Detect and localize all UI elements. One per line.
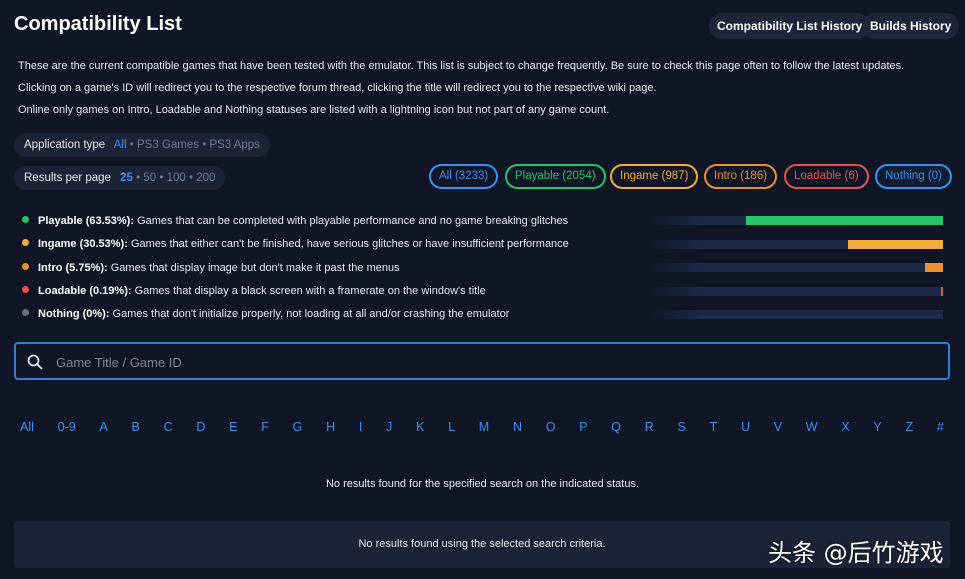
alphabet-link[interactable]: S xyxy=(678,420,686,434)
results-option-25[interactable]: 25 xyxy=(120,172,133,184)
alphabet-link[interactable]: P xyxy=(579,420,587,434)
app-type-option-all[interactable]: All xyxy=(114,139,127,151)
progress-bar-nothing xyxy=(650,310,943,319)
status-dot xyxy=(22,263,29,270)
alphabet-link[interactable]: Q xyxy=(611,420,621,434)
stat-row-intro: Intro (5.75%): Games that display image … xyxy=(22,261,400,275)
alphabet-link[interactable]: W xyxy=(806,420,818,434)
status-dot xyxy=(22,309,29,316)
description-line-1: These are the current compatible games t… xyxy=(18,60,905,72)
results-per-page-filter: Results per page 25 • 50 • 100 • 200 xyxy=(14,166,226,190)
alphabet-link[interactable]: X xyxy=(841,420,849,434)
progress-fill xyxy=(746,216,943,225)
stat-name: Intro (5.75%): xyxy=(38,262,108,274)
alphabet-navigation: All 0-9 A B C D E F G H I J K L M N O P Q R S T U V W X Y Z # xyxy=(14,420,950,434)
alphabet-link[interactable]: A xyxy=(99,420,107,434)
app-type-option-ps3-apps[interactable]: PS3 Apps xyxy=(209,139,260,151)
application-type-filter: Application type All • PS3 Games • PS3 A… xyxy=(14,133,270,157)
alphabet-link[interactable]: M xyxy=(479,420,489,434)
status-dot xyxy=(22,216,29,223)
search-input[interactable] xyxy=(54,350,938,374)
stat-name: Nothing (0%): xyxy=(38,308,110,320)
alphabet-link[interactable]: B xyxy=(132,420,140,434)
alphabet-link[interactable]: U xyxy=(741,420,750,434)
alphabet-link[interactable]: N xyxy=(513,420,522,434)
alphabet-link[interactable]: F xyxy=(261,420,269,434)
alphabet-link[interactable]: C xyxy=(164,420,173,434)
stat-description: Games that display a black screen with a… xyxy=(134,285,486,297)
stat-description: Games that either can't be finished, hav… xyxy=(130,238,569,250)
separator: • xyxy=(189,172,194,184)
alphabet-link[interactable]: Z xyxy=(906,420,914,434)
alphabet-link[interactable]: Y xyxy=(873,420,881,434)
alphabet-link[interactable]: E xyxy=(229,420,237,434)
separator: • xyxy=(159,172,164,184)
progress-fill xyxy=(848,240,943,249)
alphabet-link[interactable]: L xyxy=(448,420,455,434)
stat-description: Games that can be completed with playabl… xyxy=(137,215,569,227)
results-option-50[interactable]: 50 xyxy=(143,172,156,184)
status-filter-loadable[interactable]: Loadable (6) xyxy=(784,164,869,189)
alphabet-link[interactable]: O xyxy=(546,420,556,434)
stat-name: Playable (63.53%): xyxy=(38,215,134,227)
results-option-100[interactable]: 100 xyxy=(167,172,186,184)
separator: • xyxy=(202,139,207,151)
status-filter-playable[interactable]: Playable (2054) xyxy=(505,164,606,189)
progress-fill xyxy=(941,287,943,296)
status-filter-all[interactable]: All (3233) xyxy=(429,164,499,189)
progress-bar-ingame xyxy=(650,240,943,249)
progress-fill xyxy=(925,263,943,272)
builds-history-button[interactable]: Builds History xyxy=(862,13,960,39)
stat-row-loadable: Loadable (0.19%): Games that display a b… xyxy=(22,284,486,298)
page-title: Compatibility List xyxy=(14,13,182,35)
stat-row-nothing: Nothing (0%): Games that don't initializ… xyxy=(22,307,509,321)
alphabet-link[interactable]: All xyxy=(20,420,34,434)
stat-row-ingame: Ingame (30.53%): Games that either can't… xyxy=(22,237,569,251)
compatibility-list-history-button[interactable]: Compatibility List History xyxy=(709,13,871,39)
alphabet-link[interactable]: R xyxy=(645,420,654,434)
alphabet-link[interactable]: # xyxy=(937,420,944,434)
status-filter-ingame[interactable]: Ingame (987) xyxy=(610,164,699,189)
stat-description: Games that display image but don't make … xyxy=(110,262,400,274)
alphabet-link[interactable]: H xyxy=(326,420,335,434)
status-filter-intro[interactable]: Intro (186) xyxy=(704,164,778,189)
search-box xyxy=(14,342,950,380)
no-results-status-message: No results found for the specified searc… xyxy=(325,478,640,490)
alphabet-link[interactable]: D xyxy=(196,420,205,434)
stat-name: Loadable (0.19%): xyxy=(38,285,132,297)
results-per-page-label: Results per page xyxy=(24,172,111,184)
stat-name: Ingame (30.53%): xyxy=(38,238,128,250)
alphabet-link[interactable]: 0-9 xyxy=(58,420,76,434)
description-line-2: Clicking on a game's ID will redirect yo… xyxy=(18,82,657,94)
description-line-3: Online only games on Intro, Loadable and… xyxy=(18,104,610,116)
status-filter-nothing[interactable]: Nothing (0) xyxy=(875,164,952,189)
alphabet-link[interactable]: G xyxy=(293,420,303,434)
search-icon xyxy=(27,354,43,370)
alphabet-link[interactable]: K xyxy=(416,420,424,434)
status-dot xyxy=(22,239,29,246)
stat-description: Games that don't initialize properly, no… xyxy=(112,308,510,320)
progress-bar-loadable xyxy=(650,287,943,296)
app-type-option-ps3-games[interactable]: PS3 Games xyxy=(137,139,199,151)
progress-bar-playable xyxy=(650,216,943,225)
separator: • xyxy=(129,139,134,151)
alphabet-link[interactable]: T xyxy=(710,420,718,434)
alphabet-link[interactable]: V xyxy=(774,420,782,434)
alphabet-link[interactable]: J xyxy=(386,420,392,434)
progress-bar-intro xyxy=(650,263,943,272)
application-type-label: Application type xyxy=(24,139,106,151)
watermark-text: 头条 @后竹游戏 xyxy=(768,539,944,567)
stat-row-playable: Playable (63.53%): Games that can be com… xyxy=(22,214,568,228)
separator: • xyxy=(136,172,141,184)
alphabet-link[interactable]: I xyxy=(359,420,362,434)
status-dot xyxy=(22,286,29,293)
results-option-200[interactable]: 200 xyxy=(196,172,215,184)
